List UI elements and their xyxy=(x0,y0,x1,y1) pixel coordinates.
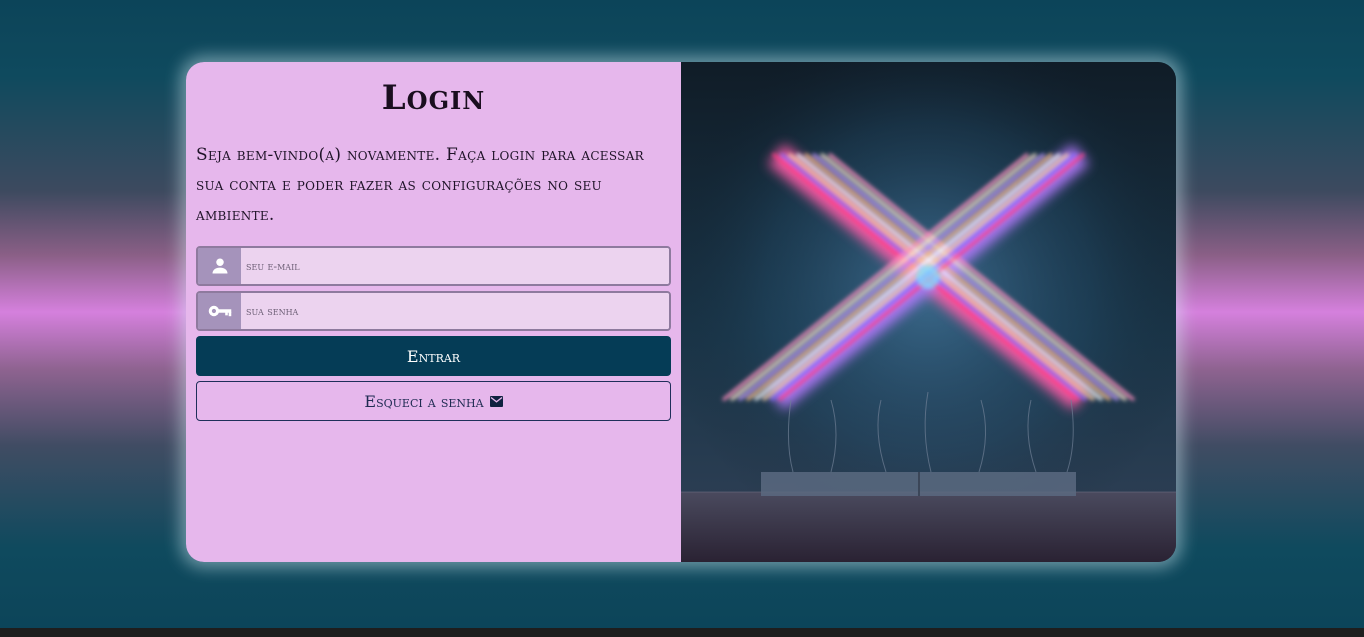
password-input[interactable] xyxy=(241,293,669,329)
welcome-text: Seja bem-vindo(a) novamente. Faça login … xyxy=(196,145,644,225)
login-panel: Login Seja bem-vindo(a) novamente. Faça … xyxy=(186,62,681,562)
neon-x-image xyxy=(681,62,1176,562)
page-title: Login xyxy=(381,78,486,118)
password-field xyxy=(196,291,671,331)
email-field xyxy=(196,246,671,286)
forgot-password-label: Esqueci a senha xyxy=(364,391,484,411)
taskbar xyxy=(0,628,1364,637)
key-icon xyxy=(198,293,241,329)
login-button[interactable]: Entrar xyxy=(196,336,671,376)
hero-image xyxy=(681,62,1176,562)
forgot-password-button[interactable]: Esqueci a senha xyxy=(196,381,671,421)
envelope-icon xyxy=(489,392,503,411)
login-card: Login Seja bem-vindo(a) novamente. Faça … xyxy=(186,62,1176,562)
login-button-label: Entrar xyxy=(406,346,461,366)
email-input[interactable] xyxy=(241,248,669,284)
user-icon xyxy=(198,248,241,284)
